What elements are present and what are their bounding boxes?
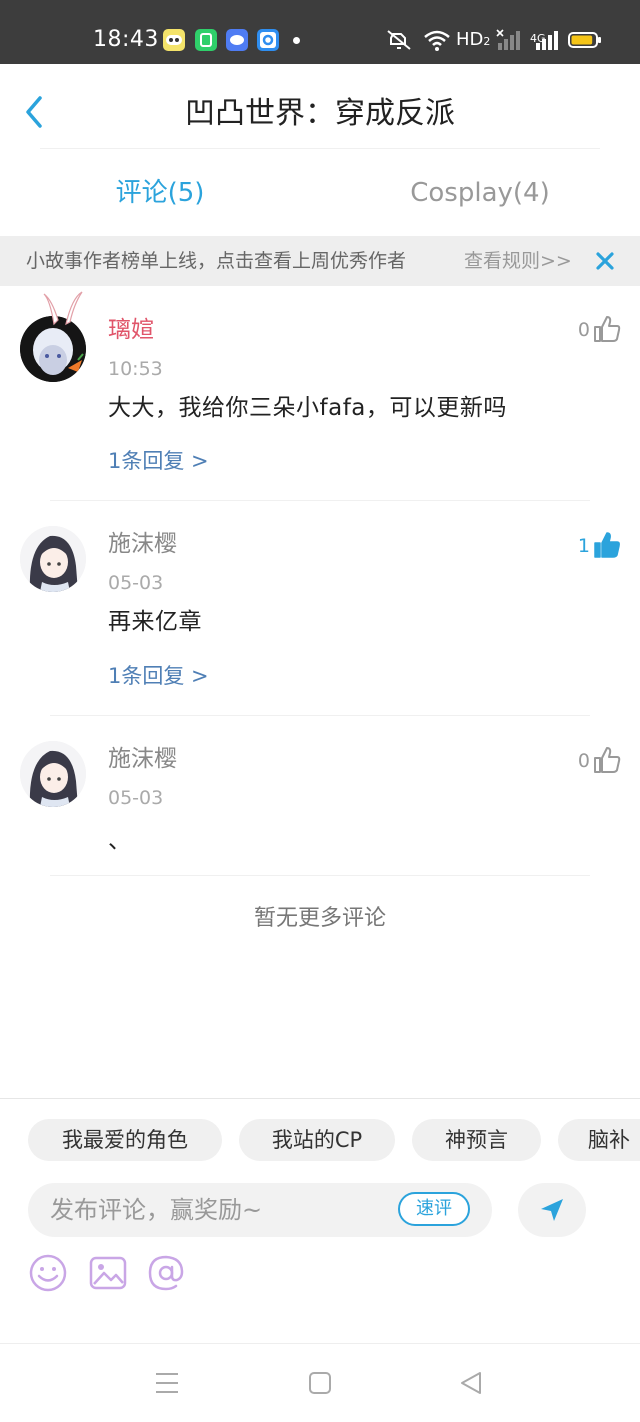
comment-time: 05-03 [108, 572, 164, 594]
close-icon[interactable] [592, 248, 618, 274]
emoji-icon[interactable] [28, 1253, 68, 1293]
app-notification-icon [195, 29, 217, 51]
notice-text[interactable]: 小故事作者榜单上线，点击查看上周优秀作者 [26, 236, 406, 286]
thumbs-up-icon[interactable] [592, 314, 622, 344]
view-replies-link[interactable]: 1条回复 > [108, 661, 209, 691]
topic-chip[interactable]: 神预言 [412, 1119, 541, 1161]
page-title: 凹凸世界：穿成反派 [185, 96, 455, 131]
back-arrow-icon[interactable] [18, 92, 52, 132]
menu-icon[interactable] [154, 1370, 180, 1396]
rules-link[interactable]: 查看规则>> [464, 236, 572, 286]
app-notification-icon [257, 29, 279, 51]
like-count: 1 [577, 535, 590, 557]
compose-panel: 我最爱的角色 我站的CP 神预言 脑补 发布评论，赢奖励~ 速评 [0, 1098, 640, 1343]
comment-text: 再来亿章 [108, 609, 202, 635]
signal-icon [536, 31, 558, 50]
topic-chip[interactable]: 脑补 [558, 1119, 640, 1161]
tab-comments[interactable]: 评论(5) [60, 170, 260, 216]
status-time: 18:43 [93, 27, 159, 52]
divider [50, 500, 590, 501]
divider [40, 148, 600, 149]
battery-icon [568, 32, 601, 48]
image-icon[interactable] [88, 1253, 128, 1293]
comment-input[interactable]: 发布评论，赢奖励~ 速评 [28, 1183, 492, 1237]
quick-comment-button[interactable]: 速评 [398, 1192, 470, 1226]
app-notification-icon [163, 29, 185, 51]
no-more-comments: 暂无更多评论 [253, 906, 386, 931]
thumbs-up-filled-icon[interactable] [592, 530, 622, 560]
like-count: 0 [577, 750, 590, 772]
comment-author[interactable]: 璃媗 [108, 314, 154, 346]
comment-time: 05-03 [108, 787, 164, 809]
send-icon [541, 1199, 563, 1221]
mention-icon[interactable] [146, 1253, 186, 1293]
divider [50, 875, 590, 876]
back-icon[interactable] [458, 1370, 484, 1396]
like-count: 0 [577, 319, 590, 341]
view-replies-link[interactable]: 1条回复 > [108, 446, 209, 476]
thumbs-up-icon[interactable] [592, 745, 622, 775]
notice-banner[interactable]: 小故事作者榜单上线，点击查看上周优秀作者 查看规则>> [0, 236, 640, 286]
network-type-label: HD2 [456, 29, 491, 50]
comment-author[interactable]: 施沫樱 [108, 528, 177, 560]
divider [50, 715, 590, 716]
comment-item: 璃媗 10:53 大大，我给你三朵小fafa，可以更新吗 1条回复 > 0 [0, 290, 640, 500]
bunny-ears-decoration [43, 291, 83, 326]
topic-chip[interactable]: 我最爱的角色 [28, 1119, 222, 1161]
home-icon[interactable] [307, 1370, 333, 1396]
avatar[interactable] [20, 741, 86, 807]
comment-text: 大大，我给你三朵小fafa，可以更新吗 [108, 395, 507, 421]
system-navigation-bar [0, 1343, 640, 1422]
comment-input-placeholder: 发布评论，赢奖励~ [50, 1196, 263, 1224]
topic-chip[interactable]: 我站的CP [239, 1119, 395, 1161]
comment-text: 、 [108, 828, 132, 854]
comment-time: 10:53 [108, 358, 163, 380]
comment-item: 施沫樱 05-03 、 0 [0, 721, 640, 876]
status-bar: 18:43 HD2 4G [0, 0, 640, 64]
tab-cosplay[interactable]: Cosplay(4) [380, 170, 580, 216]
send-button[interactable] [518, 1183, 586, 1237]
notification-dot [293, 37, 300, 44]
comment-item: 施沫樱 05-03 再来亿章 1条回复 > 1 [0, 506, 640, 716]
app-notification-icon [226, 29, 248, 51]
comment-author[interactable]: 施沫樱 [108, 743, 177, 775]
mute-icon [387, 30, 411, 50]
nav-bar: 凹凸世界：穿成反派 [0, 64, 640, 150]
signal-icon [496, 29, 520, 50]
avatar[interactable] [20, 526, 86, 592]
wifi-icon [424, 30, 450, 51]
